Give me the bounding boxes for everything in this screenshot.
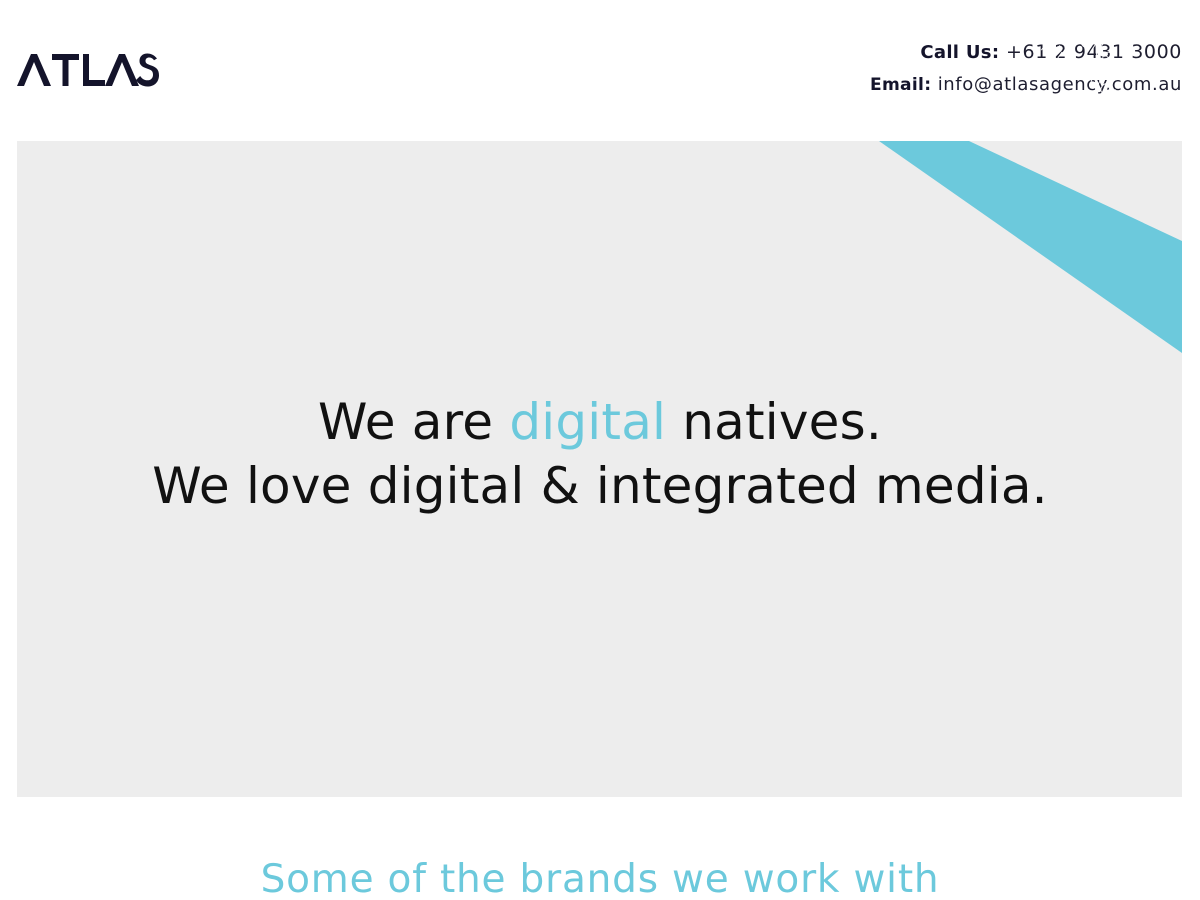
brands-section-title: Some of the brands we work with xyxy=(260,857,940,900)
headline-line-2: We love digital & integrated media. xyxy=(152,457,1048,515)
atlas-logo[interactable] xyxy=(17,52,159,88)
phone-label: Call Us: xyxy=(920,42,1000,63)
headline-suffix: natives. xyxy=(666,393,882,451)
launch-ribbon xyxy=(879,141,1182,353)
email-label: Email: xyxy=(869,75,932,95)
headline-prefix: We are xyxy=(318,393,510,451)
page: Call Us: +61 2 9431 3000 Email: info@atl… xyxy=(0,0,1200,900)
hero-headline: We are digital natives. We love digital … xyxy=(0,390,1200,518)
headline-accent-word: digital xyxy=(509,393,667,451)
headline-line-1: We are digital natives. xyxy=(0,390,1200,454)
atlas-logo-mark xyxy=(17,53,159,87)
